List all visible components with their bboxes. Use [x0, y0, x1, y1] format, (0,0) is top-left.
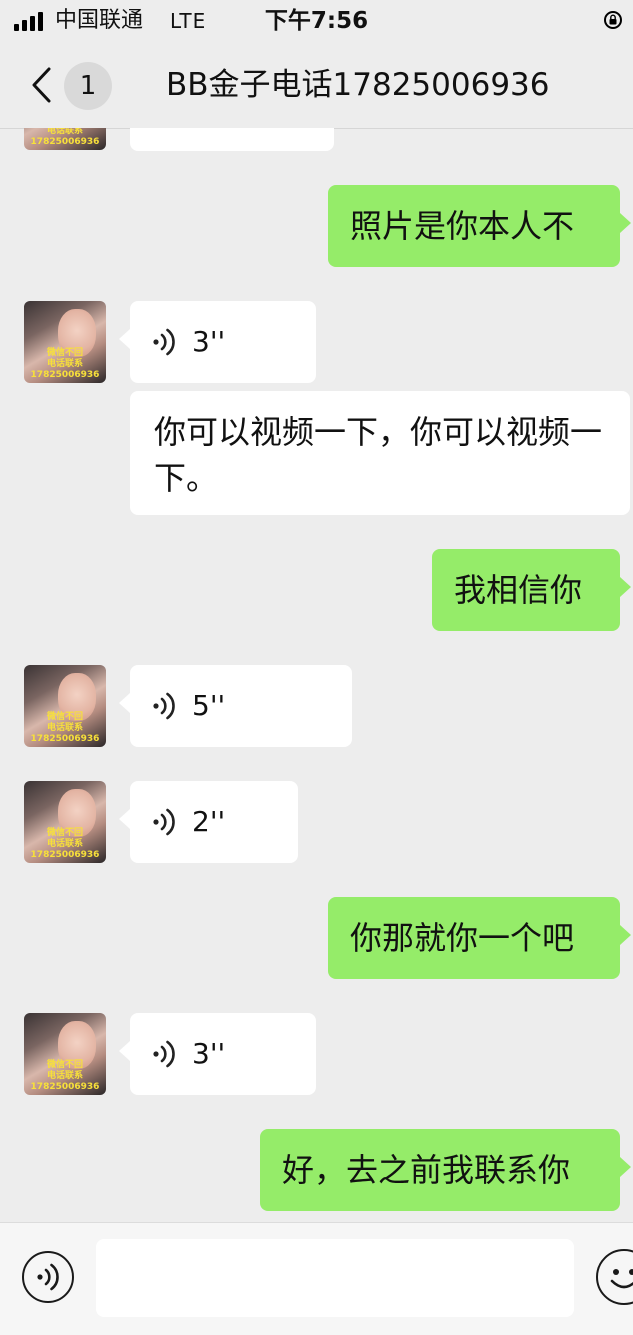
voice-message[interactable]: 5'' [119, 665, 352, 747]
voice-wave-icon [153, 1040, 175, 1068]
contact-avatar[interactable]: 电话联系 17825006936 [24, 128, 106, 150]
voice-wave-icon [153, 808, 175, 836]
voice-icon [37, 1263, 59, 1291]
voice-duration: 2'' [192, 805, 226, 838]
chat-header: 1 BB金子电话17825006936 [0, 42, 633, 129]
message-text: 好，去之前我联系你 [282, 1151, 571, 1189]
message-input[interactable] [96, 1239, 574, 1317]
incoming-message[interactable]: 你可以视频一下，你可以视频一下。 [130, 391, 630, 515]
emoji-icon [610, 1269, 633, 1289]
avatar-watermark-line: 电话联系 [46, 839, 83, 849]
voice-wave-icon [153, 328, 175, 356]
avatar-watermark-line: 电话联系 [46, 723, 83, 733]
voice-message[interactable]: 3'' [119, 1013, 316, 1095]
orientation-lock-icon [604, 11, 622, 29]
voice-message[interactable]: 2'' [119, 781, 298, 863]
contact-avatar[interactable]: 微信不回 电话联系 17825006936 [24, 781, 106, 863]
status-bar: 中国联通 LTE 下午7:56 [0, 0, 633, 42]
message-text: 照片是你本人不 [350, 207, 575, 245]
voice-duration: 3'' [192, 1037, 226, 1070]
message-text: 你可以视频一下，你可以视频一下。 [154, 413, 603, 497]
voice-message[interactable]: 3'' [119, 301, 316, 383]
status-time: 下午7:56 [264, 8, 369, 34]
input-toolbar [0, 1222, 633, 1335]
outgoing-message[interactable]: 我相信你 [432, 549, 631, 631]
message-text: 我相信你 [454, 571, 583, 609]
avatar-watermark-line: 微信不回 [46, 828, 83, 838]
unread-badge[interactable]: 1 [64, 62, 112, 110]
chat-title: BB金子电话17825006936 [166, 67, 550, 103]
avatar-watermark-line: 17825006936 [30, 1082, 100, 1092]
avatar-watermark-line: 17825006936 [30, 137, 100, 147]
outgoing-message[interactable]: 你那就你一个吧 [328, 897, 631, 979]
outgoing-message[interactable]: 照片是你本人不 [328, 185, 631, 267]
contact-avatar[interactable]: 微信不回 电话联系 17825006936 [24, 665, 106, 747]
avatar-watermark-line: 17825006936 [30, 370, 100, 380]
voice-duration: 3'' [192, 325, 226, 358]
voice-input-toggle[interactable] [22, 1251, 74, 1303]
avatar-watermark-line: 17825006936 [30, 850, 100, 860]
contact-avatar[interactable]: 微信不回 电话联系 17825006936 [24, 1013, 106, 1095]
emoji-button[interactable] [596, 1249, 633, 1305]
avatar-watermark-line: 电话联系 [46, 1071, 83, 1081]
avatar-watermark-line: 微信不回 [46, 348, 83, 358]
outgoing-message[interactable]: 好，去之前我联系你 [260, 1129, 631, 1211]
avatar-watermark-line: 17825006936 [30, 734, 100, 744]
avatar-watermark-line: 微信不回 [46, 712, 83, 722]
voice-wave-icon [153, 692, 175, 720]
incoming-message[interactable] [130, 128, 334, 151]
avatar-watermark-line: 微信不回 [46, 1060, 83, 1070]
message-text: 你那就你一个吧 [350, 919, 575, 957]
avatar-watermark-line: 电话联系 [46, 128, 83, 136]
back-chevron-icon[interactable] [28, 66, 58, 104]
contact-avatar[interactable]: 微信不回 电话联系 17825006936 [24, 301, 106, 383]
voice-duration: 5'' [192, 689, 226, 722]
message-list[interactable]: 电话联系 17825006936 照片是你本人不 微信不回 电话联系 17825006… [0, 128, 633, 1222]
avatar-watermark-line: 电话联系 [46, 359, 83, 369]
